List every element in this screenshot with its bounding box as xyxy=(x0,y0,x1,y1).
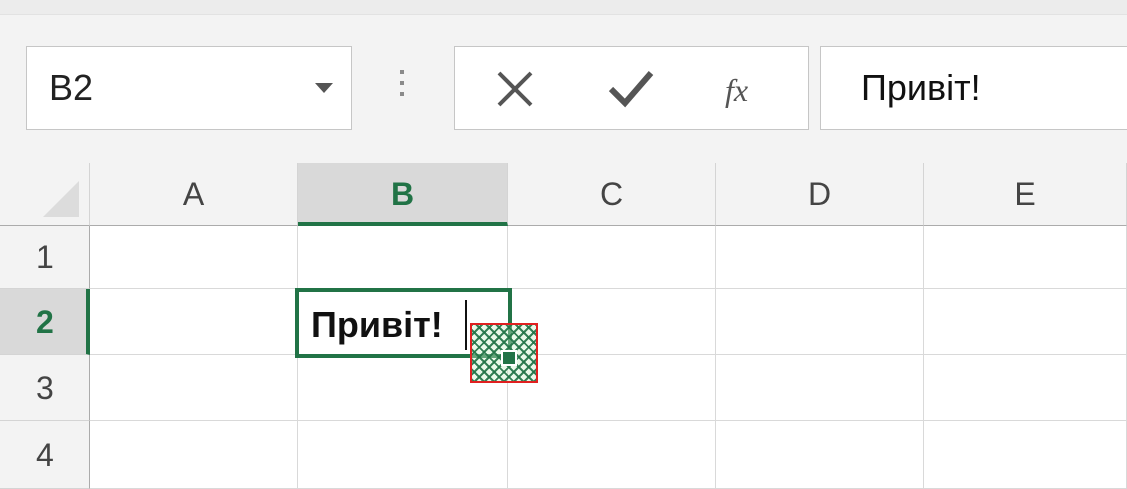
cell-d3[interactable] xyxy=(716,355,924,421)
worksheet-grid: A B C D E 1 2 3 4 Привіт! xyxy=(0,163,1127,489)
cell-a4[interactable] xyxy=(90,421,298,489)
formula-bar-buttons: fx xyxy=(454,46,809,130)
cell-e1[interactable] xyxy=(924,226,1127,289)
row-header-1[interactable]: 1 xyxy=(0,226,90,289)
cell-c1[interactable] xyxy=(508,226,716,289)
row-header-3[interactable]: 3 xyxy=(0,355,90,421)
cell-d2[interactable] xyxy=(716,289,924,355)
function-icon: fx xyxy=(725,72,748,108)
insert-function-button[interactable]: fx xyxy=(717,63,777,115)
cell-a1[interactable] xyxy=(90,226,298,289)
close-icon xyxy=(497,71,533,107)
row-header-2[interactable]: 2 xyxy=(0,289,90,355)
name-box-value: B2 xyxy=(49,67,94,108)
cell-a2[interactable] xyxy=(90,289,298,355)
select-all-button[interactable] xyxy=(0,163,90,226)
cell-e2[interactable] xyxy=(924,289,1127,355)
column-header-a[interactable]: A xyxy=(90,163,298,226)
fill-handle[interactable] xyxy=(501,350,517,366)
row-header-4[interactable]: 4 xyxy=(0,421,90,489)
column-header-c[interactable]: C xyxy=(508,163,716,226)
ribbon-bottom-edge xyxy=(0,0,1127,15)
column-header-b[interactable]: B xyxy=(298,163,508,226)
cell-b4[interactable] xyxy=(298,421,508,489)
cell-c4[interactable] xyxy=(508,421,716,489)
cell-b1[interactable] xyxy=(298,226,508,289)
cell-e3[interactable] xyxy=(924,355,1127,421)
column-header-d[interactable]: D xyxy=(716,163,924,226)
text-cursor xyxy=(465,300,467,350)
formula-content: Привіт! xyxy=(861,67,981,108)
check-icon xyxy=(608,71,654,108)
formula-bar-grip-icon[interactable] xyxy=(398,70,406,110)
chevron-down-icon[interactable] xyxy=(315,83,333,93)
cell-c2[interactable] xyxy=(508,289,716,355)
function-label: fx xyxy=(725,72,748,108)
cancel-button[interactable] xyxy=(485,63,545,115)
cell-b2-text: Привіт! xyxy=(311,304,443,345)
cell-c3[interactable] xyxy=(508,355,716,421)
cell-d1[interactable] xyxy=(716,226,924,289)
enter-button[interactable] xyxy=(601,63,661,115)
name-box[interactable]: B2 xyxy=(26,46,352,130)
formula-input[interactable]: Привіт! xyxy=(820,46,1127,130)
cell-a3[interactable] xyxy=(90,355,298,421)
column-header-e[interactable]: E xyxy=(924,163,1127,226)
cell-d4[interactable] xyxy=(716,421,924,489)
cell-e4[interactable] xyxy=(924,421,1127,489)
select-all-triangle-icon xyxy=(43,181,79,217)
